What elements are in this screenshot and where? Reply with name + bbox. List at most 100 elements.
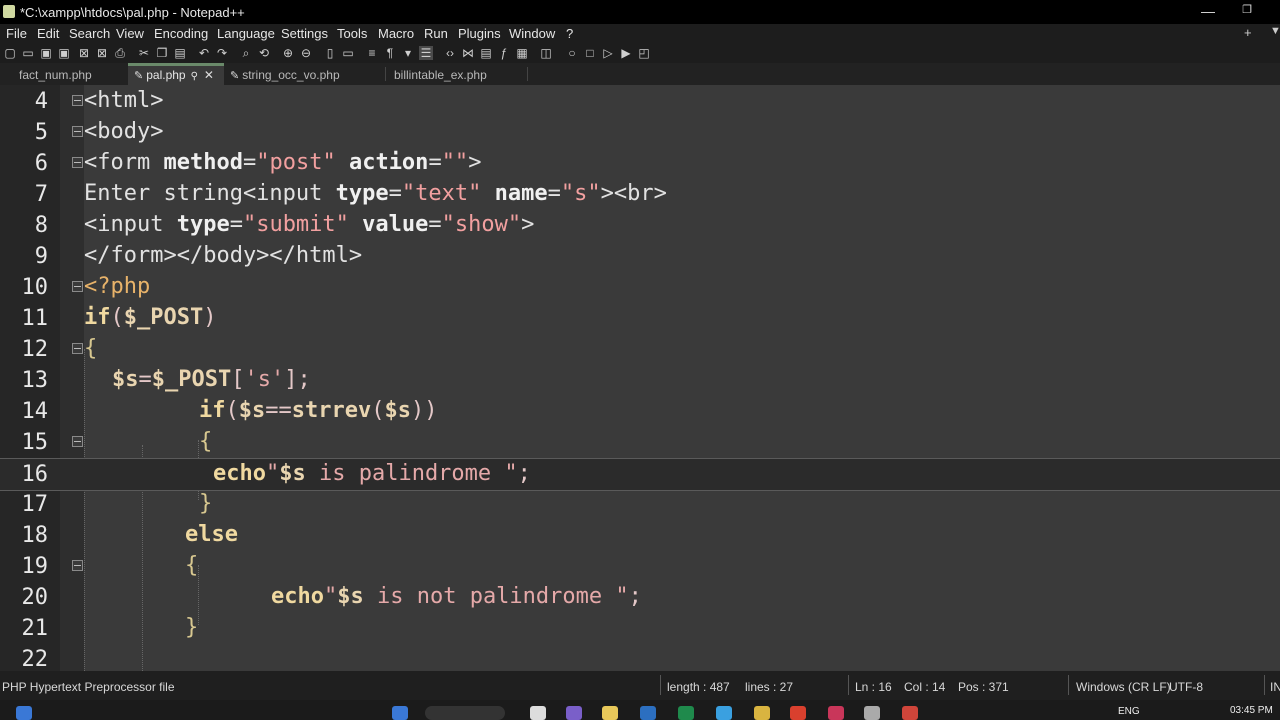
save-macro-icon[interactable]: ◰ (637, 46, 651, 60)
pin-icon[interactable]: ⚲ (191, 71, 198, 82)
taskview-icon[interactable] (530, 706, 546, 720)
toolbar: ▢ ▭ ▣ ▣ ⊠ ⊠ ⎙ ✂ ❐ ▤ ↶ ↷ ⌕ ⟲ ⊕ ⊖ ▯ ▭ ≡ ¶ … (0, 43, 1280, 63)
function-list-icon[interactable]: ▤ (479, 46, 493, 60)
run-macro-multiple-icon[interactable]: ▶ (619, 46, 633, 60)
open-file-icon[interactable]: ▭ (21, 46, 35, 60)
windows-start-icon[interactable] (16, 706, 32, 720)
print-icon[interactable]: ⎙ (113, 46, 127, 60)
replace-icon[interactable]: ⟲ (257, 46, 271, 60)
close-file-icon[interactable]: ⊠ (77, 46, 91, 60)
code-line: 11 if($_POST) (0, 303, 1280, 334)
fold-toggle-icon[interactable] (72, 560, 83, 571)
code-line-current: 16 echo"$s is palindrome "; (0, 458, 1280, 491)
menu-run[interactable]: Run (424, 26, 448, 41)
indent-guide-icon[interactable]: ☰ (419, 46, 433, 60)
undo-icon[interactable]: ↶ (197, 46, 211, 60)
sync-horizontal-icon[interactable]: ▭ (341, 46, 355, 60)
tab-string-occ-vo[interactable]: ✎ string_occ_vo.php (224, 63, 386, 85)
monitor-icon[interactable]: ◫ (539, 46, 553, 60)
fold-toggle-icon[interactable] (72, 343, 83, 354)
position-label: Pos : 371 (958, 680, 1009, 694)
minimize-button[interactable]: — (1193, 3, 1223, 21)
paste-icon[interactable]: ▤ (173, 46, 187, 60)
new-file-icon[interactable]: ▢ (3, 46, 17, 60)
copy-icon[interactable]: ❐ (155, 46, 169, 60)
code-line: 8 <input type="submit" value="show"> (0, 210, 1280, 241)
title-bar: *C:\xampp\htdocs\pal.php - Notepad++ — ❐ (0, 0, 1280, 24)
save-icon[interactable]: ▣ (39, 46, 53, 60)
app-icon[interactable] (828, 706, 844, 720)
menu-encoding[interactable]: Encoding (154, 26, 208, 41)
chrome-icon[interactable] (790, 706, 806, 720)
code-icon[interactable]: ‹› (443, 46, 457, 60)
pencil-icon: ✎ (134, 70, 144, 82)
menu-view[interactable]: View (116, 26, 144, 41)
eol-format-label[interactable]: Windows (CR LF) (1076, 680, 1171, 694)
code-line: 15 { (0, 427, 1280, 458)
cut-icon[interactable]: ✂ (137, 46, 151, 60)
menu-edit[interactable]: Edit (37, 26, 59, 41)
menu-settings[interactable]: Settings (281, 26, 328, 41)
menu-plugins[interactable]: Plugins (458, 26, 501, 41)
line-number: 21 (21, 616, 49, 641)
close-icon[interactable]: ✕ (204, 68, 214, 82)
zoom-in-icon[interactable]: ⊕ (281, 46, 295, 60)
document-map-icon[interactable]: ⋈ (461, 46, 475, 60)
tab-billintable-ex[interactable]: billintable_ex.php (388, 63, 528, 85)
show-all-characters-icon[interactable]: ¶ (383, 46, 397, 60)
edge-icon[interactable] (640, 706, 656, 720)
line-number: 5 (34, 120, 48, 145)
redo-icon[interactable]: ↷ (215, 46, 229, 60)
line-number: 11 (21, 306, 49, 331)
folder-icon[interactable] (754, 706, 770, 720)
chevron-down-icon[interactable]: ▾ (401, 46, 415, 60)
fx-icon[interactable]: ƒ (497, 46, 511, 60)
tab-fact-num[interactable]: fact_num.php (13, 63, 137, 85)
line-number: 13 (21, 368, 49, 393)
save-all-icon[interactable]: ▣ (57, 46, 71, 60)
tab-label: billintable_ex.php (394, 68, 487, 82)
line-number: 9 (34, 244, 48, 269)
record-macro-icon[interactable]: ○ (565, 46, 579, 60)
excel-icon[interactable] (678, 706, 694, 720)
windows-start-icon[interactable] (392, 706, 408, 720)
menu-help[interactable]: ? (566, 26, 573, 41)
app-icon[interactable] (902, 706, 918, 720)
close-all-icon[interactable]: ⊠ (95, 46, 109, 60)
code-line: 9 </form></body></html> (0, 241, 1280, 272)
menu-window[interactable]: Window (509, 26, 555, 41)
code-line: 19 { (0, 551, 1280, 582)
fold-toggle-icon[interactable] (72, 95, 83, 106)
fold-toggle-icon[interactable] (72, 281, 83, 292)
tab-pal[interactable]: ✎ pal.php ⚲ ✕ (128, 63, 224, 85)
fold-toggle-icon[interactable] (72, 126, 83, 137)
code-line: 6 <form method="post" action=""> (0, 148, 1280, 179)
menu-tools[interactable]: Tools (337, 26, 367, 41)
encoding-label[interactable]: UTF-8 (1169, 680, 1203, 694)
clock-label[interactable]: 03:45 PM (1230, 705, 1273, 716)
stop-macro-icon[interactable]: □ (583, 46, 597, 60)
chevron-down-icon[interactable]: ▼ (1270, 25, 1280, 37)
code-line: 20 echo"$s is not palindrome "; (0, 582, 1280, 613)
app-icon[interactable] (716, 706, 732, 720)
zoom-out-icon[interactable]: ⊖ (299, 46, 313, 60)
app-icon[interactable] (566, 706, 582, 720)
menu-file[interactable]: File (6, 26, 27, 41)
restore-button[interactable]: ❐ (1232, 3, 1262, 21)
fold-toggle-icon[interactable] (72, 157, 83, 168)
word-wrap-icon[interactable]: ≡ (365, 46, 379, 60)
fold-toggle-icon[interactable] (72, 436, 83, 447)
menu-macro[interactable]: Macro (378, 26, 414, 41)
file-explorer-icon[interactable] (602, 706, 618, 720)
input-language-label[interactable]: ENG (1118, 706, 1140, 717)
notepadpp-taskbar-icon[interactable] (864, 706, 880, 720)
search-box[interactable] (425, 706, 505, 720)
find-icon[interactable]: ⌕ (239, 46, 253, 60)
menu-language[interactable]: Language (217, 26, 275, 41)
folder-workspace-icon[interactable]: ▦ (515, 46, 529, 60)
add-icon[interactable]: + (1244, 25, 1252, 40)
menu-search[interactable]: Search (69, 26, 110, 41)
play-macro-icon[interactable]: ▷ (601, 46, 615, 60)
code-editor[interactable]: 4 <html> 5 <body> 6 <form method="post" … (0, 85, 1280, 671)
sync-vertical-icon[interactable]: ▯ (323, 46, 337, 60)
